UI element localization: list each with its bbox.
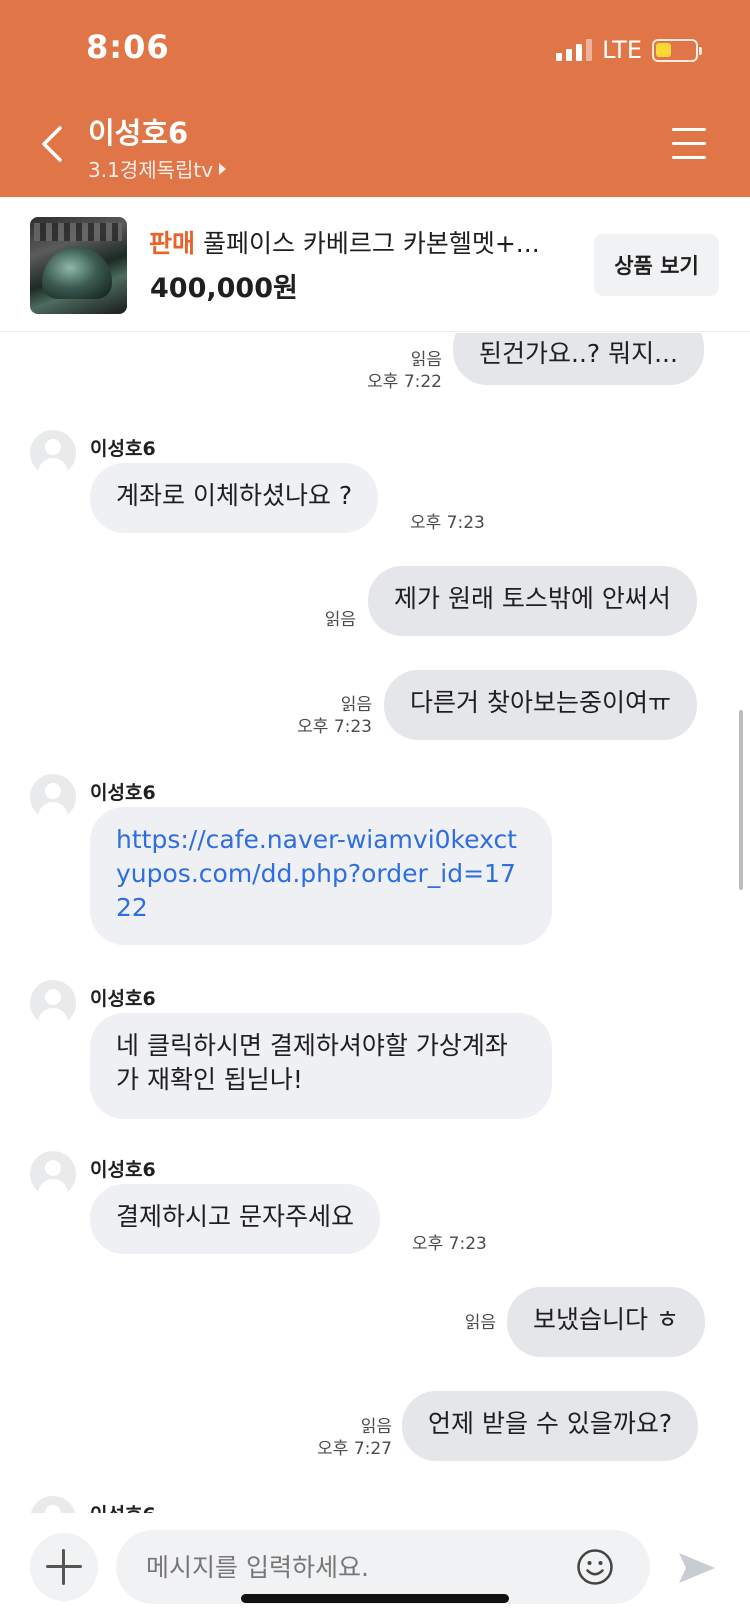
sender-name: 이성호6 <box>90 438 156 460</box>
network-label: LTE <box>602 36 642 64</box>
received-message[interactable]: 결제하시고 문자주세요 <box>90 1184 380 1254</box>
avatar[interactable] <box>30 430 76 476</box>
avatar[interactable] <box>30 1496 76 1513</box>
avatar[interactable] <box>30 1151 76 1197</box>
sent-message[interactable]: 보냈습니다 ㅎ <box>507 1287 705 1357</box>
received-message[interactable]: 계좌로 이체하셨나요 ? <box>90 463 379 533</box>
message-list[interactable]: 읽음 오후 7:22 된건가요..? 뭐지... 이성호6 계좌로 이체하셨나요… <box>0 333 750 1513</box>
avatar[interactable] <box>30 774 76 820</box>
message-meta: 읽음 오후 7:27 <box>290 1416 392 1460</box>
message-time: 오후 7:27 <box>317 1439 392 1459</box>
read-receipt: 읽음 <box>360 1417 392 1437</box>
message-input-bar <box>0 1513 750 1623</box>
read-receipt: 읽음 <box>464 1313 496 1333</box>
status-time: 8:06 <box>86 28 170 66</box>
message-time: 오후 7:23 <box>297 717 372 737</box>
view-product-button[interactable]: 상품 보기 <box>594 234 719 296</box>
message-input[interactable] <box>116 1530 650 1604</box>
emoji-icon[interactable] <box>576 1548 614 1586</box>
sent-message[interactable]: 제가 원래 토스밖에 안써서 <box>368 566 697 636</box>
read-receipt: 읽음 <box>324 610 356 630</box>
product-name: 풀페이스 카베르그 카본헬멧+... <box>202 229 540 258</box>
chat-header: 8:06 LTE 이성호6 3.1경제독립tv <box>0 0 750 197</box>
read-receipt: 읽음 <box>340 695 372 715</box>
battery-icon <box>652 38 702 62</box>
message-meta: 읽음 오후 7:22 <box>330 349 442 393</box>
sender-name: 이성호6 <box>90 782 156 804</box>
subtitle-text: 3.1경제독립tv <box>88 158 214 182</box>
menu-icon[interactable] <box>672 128 706 160</box>
chat-partner-subtitle[interactable]: 3.1경제독립tv <box>88 154 227 183</box>
sender-name: 이성호6 <box>90 1159 156 1181</box>
read-receipt: 읽음 <box>410 350 442 370</box>
message-time: 오후 7:23 <box>410 513 485 533</box>
sender-name: 이성호6 <box>90 988 156 1010</box>
sender-name: 이성호6 <box>90 1500 156 1513</box>
sent-message[interactable]: 다른거 찾아보는중이여ㅠ <box>384 670 697 740</box>
plus-icon[interactable] <box>30 1533 98 1601</box>
product-price: 400,000원 <box>150 273 298 304</box>
message-meta: 읽음 오후 7:23 <box>270 694 372 738</box>
message-time: 오후 7:22 <box>367 372 442 392</box>
home-indicator <box>241 1594 509 1603</box>
status-indicators: LTE <box>556 36 702 64</box>
avatar[interactable] <box>30 980 76 1026</box>
send-icon[interactable] <box>676 1549 718 1587</box>
received-link-message[interactable]: https://cafe.naver-wiamvi0kexctyupos.com… <box>90 807 552 945</box>
chat-partner-name[interactable]: 이성호6 <box>88 110 188 152</box>
back-icon[interactable] <box>38 124 66 164</box>
scrollbar[interactable] <box>739 710 743 890</box>
sent-message[interactable]: 언제 받을 수 있을까요? <box>402 1391 699 1461</box>
sent-message[interactable]: 된건가요..? 뭐지... <box>453 333 704 385</box>
product-thumbnail[interactable] <box>30 217 127 314</box>
product-title-line: 판매 풀페이스 카베르그 카본헬멧+... <box>149 224 540 260</box>
signal-icon <box>556 39 593 61</box>
product-status-label: 판매 <box>149 229 196 258</box>
chevron-right-icon <box>219 162 227 175</box>
received-message[interactable]: 네 클릭하시면 결제하셔야할 가상계좌가 재확인 됩닏나! <box>90 1013 552 1119</box>
message-time: 오후 7:23 <box>412 1234 487 1254</box>
